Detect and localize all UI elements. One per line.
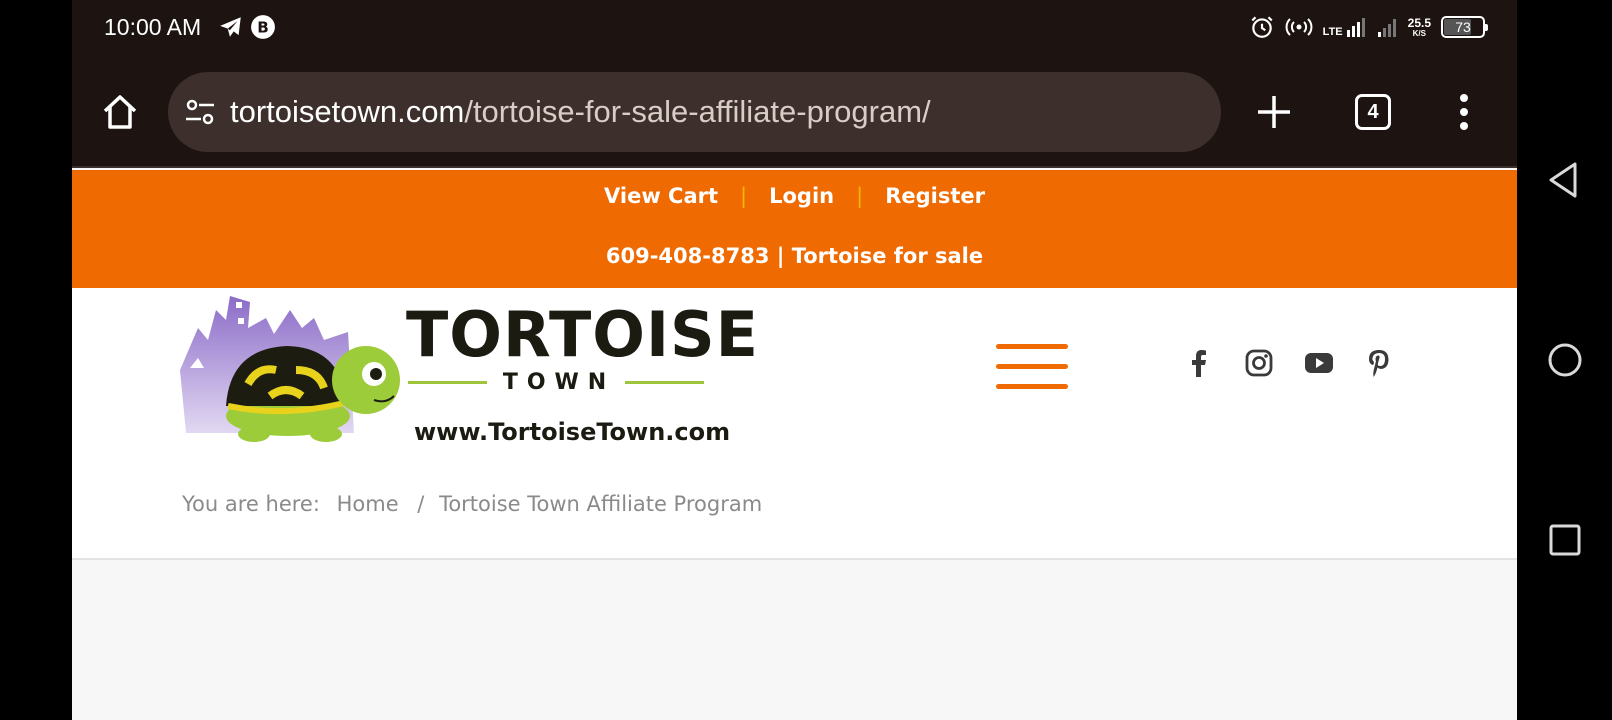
- logo-subtitle: TOWN: [502, 369, 616, 395]
- browser-toolbar: tortoisetown.com/tortoise-for-sale-affil…: [72, 56, 1517, 168]
- logo-subtitle-row: TOWN: [408, 369, 705, 395]
- breadcrumb-current: Tortoise Town Affiliate Program: [439, 492, 763, 516]
- instagram-icon[interactable]: [1244, 348, 1274, 378]
- status-time: 10:00 AM: [104, 14, 202, 40]
- lte-signal-icon: LTE: [1323, 16, 1366, 38]
- login-link[interactable]: Login: [769, 184, 834, 208]
- back-triangle-icon[interactable]: [1545, 160, 1585, 200]
- page-content-area: [72, 562, 1517, 720]
- breadcrumb-home-link[interactable]: Home: [337, 492, 399, 516]
- status-bar: 10:00 AM B LTE 25.5 K/S 73: [72, 0, 1517, 56]
- breadcrumb: You are here: Home / Tortoise Town Affil…: [182, 492, 762, 516]
- logo-divider: [625, 380, 705, 384]
- network-speed: 25.5 K/S: [1408, 17, 1431, 38]
- signal-icon: [1377, 19, 1396, 37]
- view-cart-link[interactable]: View Cart: [604, 184, 718, 208]
- hamburger-menu-icon[interactable]: [996, 344, 1068, 394]
- tab-switcher-button[interactable]: 4: [1355, 94, 1391, 130]
- social-links: [1184, 348, 1394, 378]
- home-circle-icon[interactable]: [1545, 340, 1585, 380]
- logo-divider: [408, 380, 487, 384]
- facebook-icon[interactable]: [1184, 348, 1214, 378]
- status-right-group: LTE 25.5 K/S 73: [1249, 12, 1488, 42]
- register-link[interactable]: Register: [885, 184, 985, 208]
- alarm-icon: [1251, 16, 1273, 38]
- telegram-icon: [220, 17, 241, 37]
- battery-indicator: 73: [1441, 16, 1488, 38]
- more-vert-icon[interactable]: [1458, 92, 1470, 132]
- top-links: View Cart | Login | Register: [72, 184, 1517, 208]
- phone-tagline: 609-408-8783 | Tortoise for sale: [605, 244, 984, 268]
- site-header: TORTOISE TOWN www.TortoiseTown.com You a…: [72, 288, 1517, 560]
- site-settings-icon[interactable]: [184, 96, 216, 128]
- url-host: tortoisetown.com: [230, 94, 465, 129]
- hotspot-icon: [1285, 18, 1313, 36]
- youtube-icon[interactable]: [1304, 348, 1334, 378]
- link-separator: |: [740, 184, 748, 208]
- breadcrumb-prefix: You are here:: [182, 492, 320, 516]
- url-path: /tortoise-for-sale-affiliate-program/: [464, 94, 931, 129]
- tortoise-mascot-icon: [180, 296, 400, 442]
- logo-wordmark: TORTOISE: [406, 298, 760, 371]
- plus-icon[interactable]: [1252, 90, 1296, 134]
- speed-value: 25.5: [1407, 15, 1431, 30]
- network-label: LTE: [1322, 26, 1343, 38]
- battery-level: 73: [1455, 19, 1471, 35]
- pinterest-icon[interactable]: [1364, 348, 1394, 378]
- address-bar[interactable]: tortoisetown.com/tortoise-for-sale-affil…: [168, 72, 1221, 152]
- b-circle-icon: B: [251, 15, 275, 39]
- breadcrumb-separator: /: [417, 492, 425, 516]
- site-top-bar: View Cart | Login | Register 609-408-878…: [72, 170, 1517, 288]
- home-icon[interactable]: [100, 92, 140, 132]
- phone-screen: 10:00 AM B LTE 25.5 K/S 73 tortoisetown.…: [72, 0, 1517, 720]
- speed-unit: K/S: [1412, 28, 1426, 38]
- url-text[interactable]: tortoisetown.com/tortoise-for-sale-affil…: [230, 94, 931, 130]
- link-separator: |: [856, 184, 864, 208]
- site-logo[interactable]: TORTOISE TOWN www.TortoiseTown.com: [178, 288, 758, 448]
- system-nav-bar: [1517, 0, 1612, 720]
- svg-text:B: B: [257, 18, 269, 36]
- recents-square-icon[interactable]: [1545, 520, 1585, 560]
- logo-url: www.TortoiseTown.com: [414, 418, 731, 446]
